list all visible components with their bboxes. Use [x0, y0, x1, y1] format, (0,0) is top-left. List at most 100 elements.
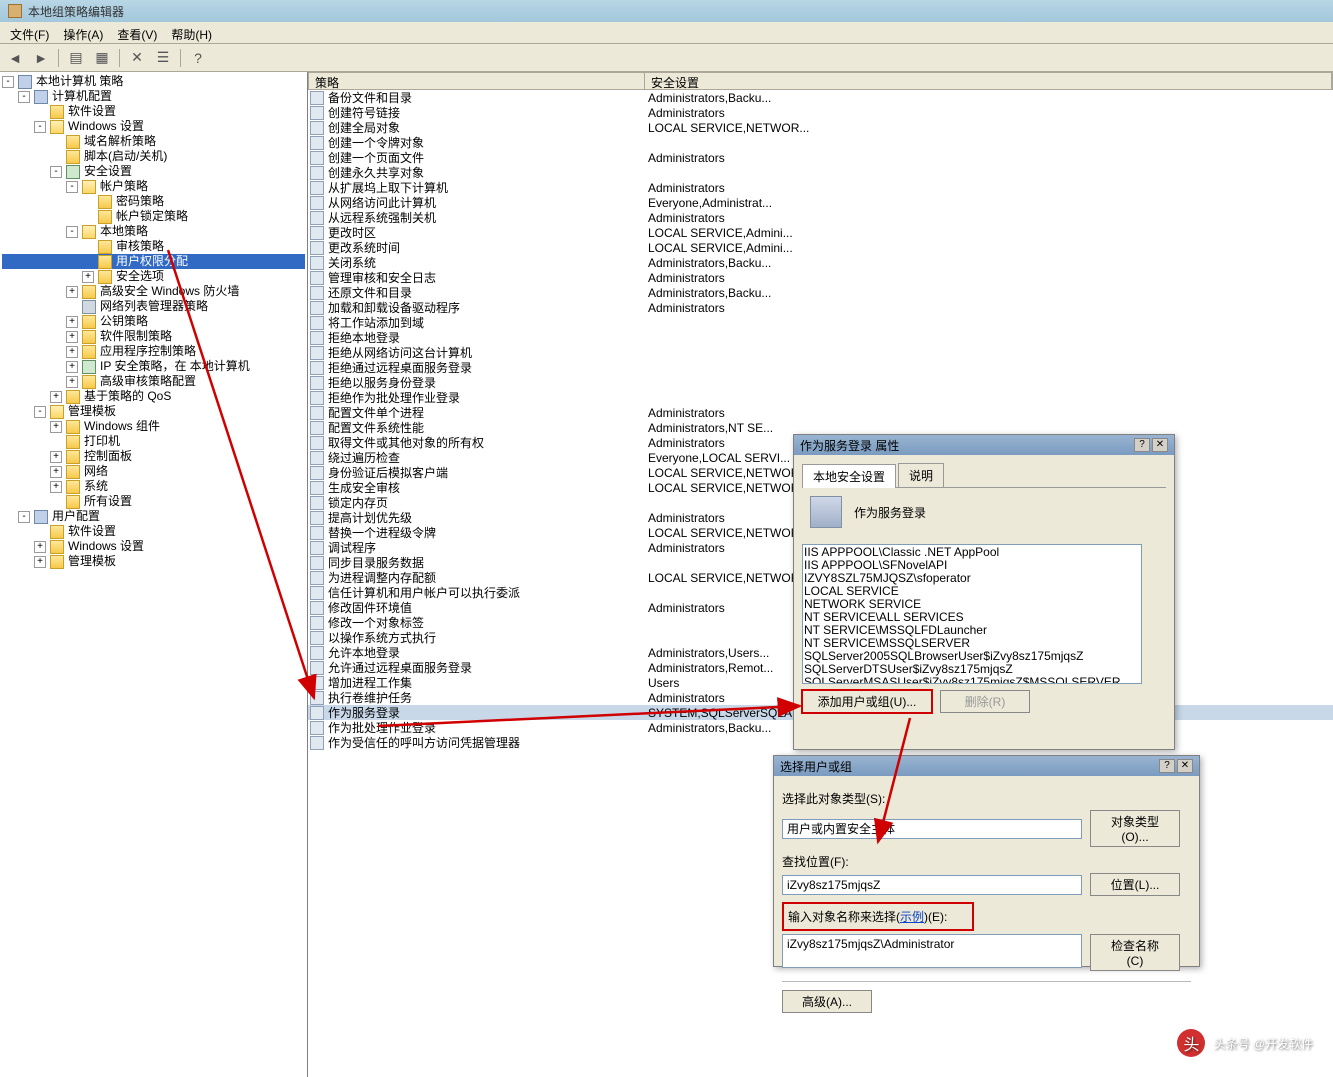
tree-item[interactable]: -Windows 设置: [2, 119, 305, 134]
tree-item[interactable]: +管理模板: [2, 554, 305, 569]
list-row[interactable]: 加载和卸载设备驱动程序Administrators: [308, 300, 1333, 315]
properties-button[interactable]: ☰: [152, 47, 174, 69]
expander-icon[interactable]: -: [66, 226, 78, 238]
list-row[interactable]: 从网络访问此计算机Everyone,Administrat...: [308, 195, 1333, 210]
tree-item[interactable]: -安全设置: [2, 164, 305, 179]
tree-item[interactable]: -用户配置: [2, 509, 305, 524]
list-row[interactable]: 备份文件和目录Administrators,Backu...: [308, 90, 1333, 105]
user-list-item[interactable]: SQLServerMSASUser$iZvy8sz175mjqsZ$MSSQLS…: [804, 676, 1140, 684]
list-row[interactable]: 拒绝本地登录: [308, 330, 1333, 345]
expander-icon[interactable]: +: [66, 346, 78, 358]
show-hide-button[interactable]: ▦: [91, 47, 113, 69]
tree-item[interactable]: +软件限制策略: [2, 329, 305, 344]
tree-item[interactable]: 所有设置: [2, 494, 305, 509]
tree-item[interactable]: -本地策略: [2, 224, 305, 239]
expander-icon[interactable]: +: [66, 331, 78, 343]
check-names-button[interactable]: 检查名称(C): [1090, 934, 1180, 971]
expander-icon[interactable]: +: [66, 361, 78, 373]
tree-item[interactable]: 软件设置: [2, 104, 305, 119]
help-button[interactable]: ?: [187, 47, 209, 69]
help-icon[interactable]: ?: [1134, 438, 1150, 452]
expander-icon[interactable]: +: [50, 466, 62, 478]
select-dialog-title[interactable]: 选择用户或组 ? ✕: [774, 756, 1199, 776]
forward-button[interactable]: ►: [30, 47, 52, 69]
tree-item[interactable]: +基于策略的 QoS: [2, 389, 305, 404]
close-icon[interactable]: ✕: [1152, 438, 1168, 452]
expander-icon[interactable]: +: [66, 316, 78, 328]
expander-icon[interactable]: +: [66, 286, 78, 298]
list-row[interactable]: 配置文件单个进程Administrators: [308, 405, 1333, 420]
list-row[interactable]: 拒绝从网络访问这台计算机: [308, 345, 1333, 360]
tree-pane[interactable]: -本地计算机 策略-计算机配置软件设置-Windows 设置域名解析策略脚本(启…: [0, 72, 308, 1077]
list-row[interactable]: 创建符号链接Administrators: [308, 105, 1333, 120]
expander-icon[interactable]: -: [18, 511, 30, 523]
tree-item[interactable]: 审核策略: [2, 239, 305, 254]
list-row[interactable]: 创建全局对象LOCAL SERVICE,NETWOR...: [308, 120, 1333, 135]
expander-icon[interactable]: +: [50, 391, 62, 403]
tree-item[interactable]: -管理模板: [2, 404, 305, 419]
expander-icon[interactable]: +: [50, 481, 62, 493]
menu-action[interactable]: 操作(A): [57, 24, 109, 41]
tab-description[interactable]: 说明: [898, 463, 944, 487]
expander-icon[interactable]: -: [34, 406, 46, 418]
list-row[interactable]: 管理审核和安全日志Administrators: [308, 270, 1333, 285]
tree-item[interactable]: +应用程序控制策略: [2, 344, 305, 359]
tree-item[interactable]: 用户权限分配: [2, 254, 305, 269]
menu-view[interactable]: 查看(V): [111, 24, 163, 41]
tree-item[interactable]: -本地计算机 策略: [2, 74, 305, 89]
list-row[interactable]: 拒绝通过远程桌面服务登录: [308, 360, 1333, 375]
tree-item[interactable]: +Windows 组件: [2, 419, 305, 434]
close-icon[interactable]: ✕: [1177, 759, 1193, 773]
list-row[interactable]: 创建一个令牌对象: [308, 135, 1333, 150]
expander-icon[interactable]: +: [34, 541, 46, 553]
tree-item[interactable]: 帐户锁定策略: [2, 209, 305, 224]
tree-item[interactable]: 域名解析策略: [2, 134, 305, 149]
tree-item[interactable]: +控制面板: [2, 449, 305, 464]
expander-icon[interactable]: -: [18, 91, 30, 103]
add-user-button[interactable]: 添加用户或组(U)...: [802, 690, 932, 713]
tree-item[interactable]: +系统: [2, 479, 305, 494]
expander-icon[interactable]: -: [34, 121, 46, 133]
object-types-button[interactable]: 对象类型(O)...: [1090, 810, 1180, 847]
tree-item[interactable]: +高级审核策略配置: [2, 374, 305, 389]
menu-file[interactable]: 文件(F): [4, 24, 55, 41]
expander-icon[interactable]: +: [50, 451, 62, 463]
expander-icon[interactable]: +: [66, 376, 78, 388]
tree-item[interactable]: +IP 安全策略，在 本地计算机: [2, 359, 305, 374]
tree-item[interactable]: 网络列表管理器策略: [2, 299, 305, 314]
expander-icon[interactable]: -: [50, 166, 62, 178]
tree-item[interactable]: 打印机: [2, 434, 305, 449]
list-row[interactable]: 创建永久共享对象: [308, 165, 1333, 180]
help-icon[interactable]: ?: [1159, 759, 1175, 773]
list-row[interactable]: 还原文件和目录Administrators,Backu...: [308, 285, 1333, 300]
tree-item[interactable]: 密码策略: [2, 194, 305, 209]
up-button[interactable]: ▤: [65, 47, 87, 69]
expander-icon[interactable]: -: [66, 181, 78, 193]
locations-button[interactable]: 位置(L)...: [1090, 873, 1180, 896]
tree-item[interactable]: 软件设置: [2, 524, 305, 539]
tree-item[interactable]: +Windows 设置: [2, 539, 305, 554]
list-row[interactable]: 从扩展坞上取下计算机Administrators: [308, 180, 1333, 195]
object-names-input[interactable]: [782, 934, 1082, 968]
list-row[interactable]: 拒绝以服务身份登录: [308, 375, 1333, 390]
tree-item[interactable]: +网络: [2, 464, 305, 479]
expander-icon[interactable]: +: [82, 271, 94, 283]
tree-item[interactable]: +高级安全 Windows 防火墙: [2, 284, 305, 299]
list-row[interactable]: 关闭系统Administrators,Backu...: [308, 255, 1333, 270]
expander-icon[interactable]: +: [50, 421, 62, 433]
user-list[interactable]: IIS APPPOOL\Classic .NET AppPoolIIS APPP…: [802, 544, 1142, 684]
tree-item[interactable]: 脚本(启动/关机): [2, 149, 305, 164]
list-row[interactable]: 从远程系统强制关机Administrators: [308, 210, 1333, 225]
menu-help[interactable]: 帮助(H): [165, 24, 218, 41]
col-security[interactable]: 安全设置: [645, 73, 1332, 89]
expander-icon[interactable]: +: [34, 556, 46, 568]
delete-button[interactable]: ✕: [126, 47, 148, 69]
list-row[interactable]: 创建一个页面文件Administrators: [308, 150, 1333, 165]
list-row[interactable]: 拒绝作为批处理作业登录: [308, 390, 1333, 405]
advanced-button[interactable]: 高级(A)...: [782, 990, 872, 1013]
back-button[interactable]: ◄: [4, 47, 26, 69]
tree-item[interactable]: -计算机配置: [2, 89, 305, 104]
tab-local-security[interactable]: 本地安全设置: [802, 464, 896, 488]
list-row[interactable]: 更改时区LOCAL SERVICE,Admini...: [308, 225, 1333, 240]
col-policy[interactable]: 策略: [309, 73, 645, 89]
